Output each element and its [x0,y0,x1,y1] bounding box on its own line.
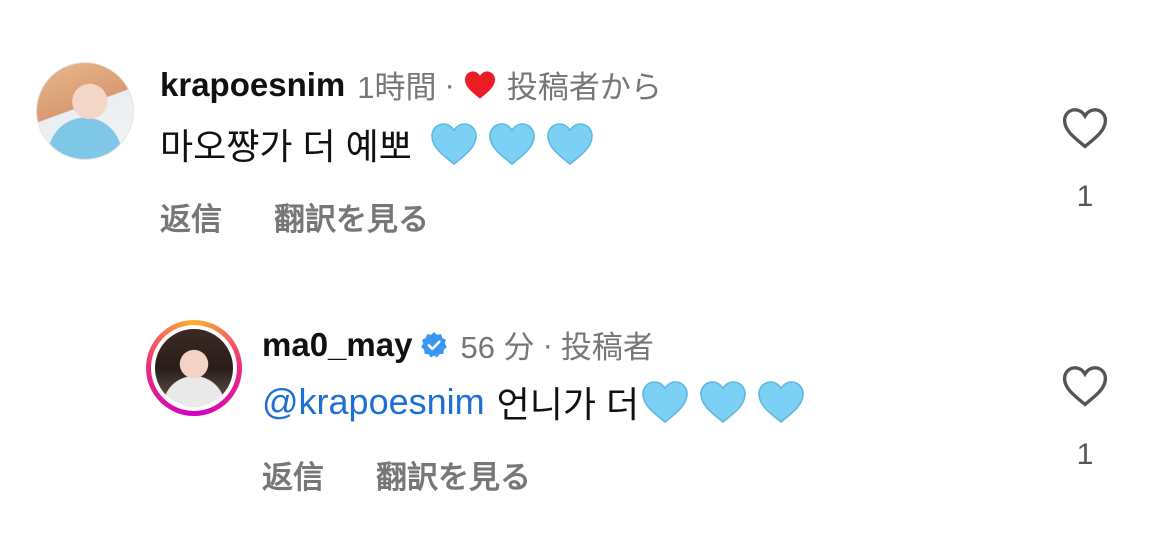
author-label: 投稿者 [560,330,654,365]
like-count: 1 [1076,180,1094,213]
blue-heart-emoji [431,123,477,166]
username[interactable]: krapoesnim [160,66,345,104]
blue-heart-emoji [700,381,746,424]
comment-text: 마오쨩가 더 예뽀 [160,118,594,170]
avatar[interactable] [36,62,134,160]
timestamp: 56 分 [460,330,535,365]
reply-button[interactable]: 返信 [262,452,324,497]
comment-meta: ma0_may 56 分 · 投稿者 [262,322,654,367]
avatar-story-ring[interactable] [146,320,242,416]
heart-outline-icon[interactable] [1061,106,1109,150]
like-count: 1 [1076,438,1094,471]
heart-outline-icon[interactable] [1061,364,1109,408]
blue-heart-emoji [547,123,593,166]
blue-heart-emoji [758,381,804,424]
separator: · [444,66,455,102]
see-translation-button[interactable]: 翻訳を見る [376,452,531,497]
heart-icon [464,70,495,99]
mention-link[interactable]: @krapoesnim [262,381,485,423]
comment-body: 언니가 더 [496,384,640,425]
reply-button[interactable]: 返信 [160,194,222,239]
author-liked-label: 投稿者から [506,70,662,105]
comment-actions: 返信 翻訳を見る [160,194,429,239]
comment-meta: krapoesnim 1時間 · 投稿者から [160,62,662,107]
comment-body: 마오쨩가 더 예뽀 [160,126,412,167]
see-translation-button[interactable]: 翻訳を見る [274,194,429,239]
avatar [155,329,233,407]
timestamp: 1時間 [357,70,437,105]
blue-heart-emoji [642,381,688,424]
username[interactable]: ma0_may [262,326,412,364]
comment-actions: 返信 翻訳を見る [262,452,531,497]
blue-heart-emoji [489,123,535,166]
verified-badge-icon [421,331,448,357]
comment-text: @krapoesnim 언니가 더 [262,376,805,428]
separator: · [542,326,553,362]
